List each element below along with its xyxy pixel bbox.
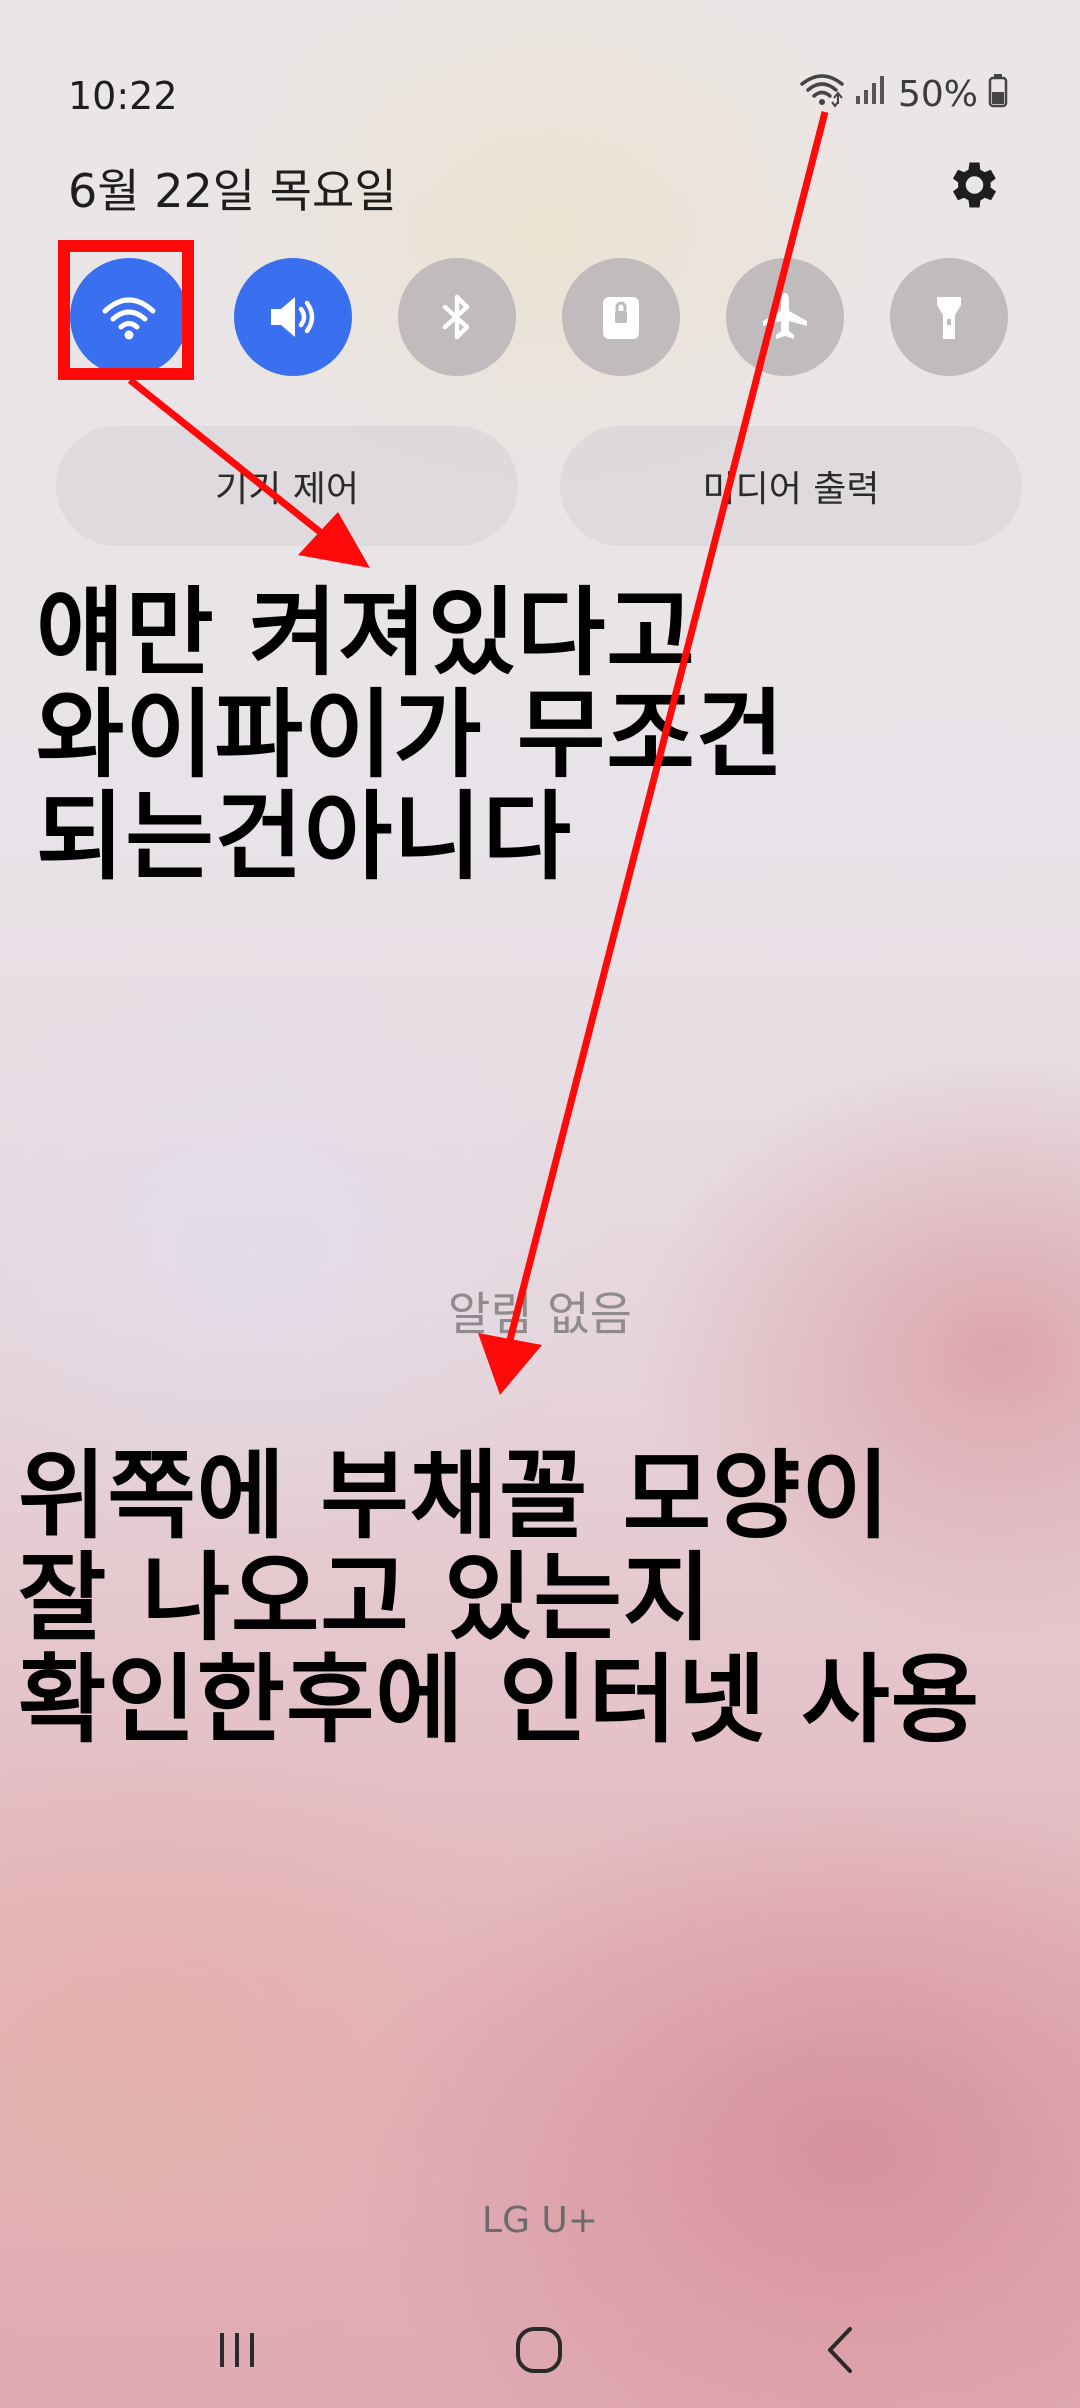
wifi-highlight-box (58, 240, 194, 380)
annotation-bottom: 위쪽에 부채꼴 모양이 잘 나오고 있는지 확인한후에 인터넷 사용 (18, 1440, 981, 1756)
bluetooth-toggle[interactable] (398, 258, 516, 376)
media-output-button[interactable]: 미디어 출력 (560, 426, 1022, 546)
status-icons: 50% (800, 72, 1008, 117)
back-button[interactable] (796, 2310, 886, 2390)
airplane-icon (763, 293, 807, 339)
battery-icon (988, 72, 1008, 117)
lock-toggle[interactable] (562, 258, 680, 376)
device-control-button[interactable]: 기기 제어 (56, 426, 518, 546)
speaker-icon (271, 297, 315, 337)
bluetooth-icon (442, 294, 470, 340)
home-icon (516, 2327, 562, 2373)
recents-icon (220, 2333, 254, 2367)
no-notifications-text: 알림 없음 (448, 1287, 632, 1341)
gear-icon[interactable] (942, 155, 1002, 215)
back-icon (828, 2327, 852, 2373)
lock-icon (603, 297, 639, 339)
annotation-top: 얘만 켜져있다고 와이파이가 무조건 되는건아니다 (36, 577, 785, 893)
flashlight-toggle[interactable] (890, 258, 1008, 376)
date-label: 6월 22일 목요일 (68, 164, 397, 218)
battery-percent: 50% (897, 74, 978, 115)
carrier-label: LG U+ (482, 2200, 598, 2241)
flashlight-icon (937, 297, 961, 339)
recents-button[interactable] (192, 2310, 282, 2390)
status-time: 10:22 (68, 74, 178, 118)
home-button[interactable] (494, 2310, 584, 2390)
signal-icon (854, 74, 888, 115)
wifi-icon (800, 72, 844, 117)
airplane-toggle[interactable] (726, 258, 844, 376)
sound-toggle[interactable] (234, 258, 352, 376)
